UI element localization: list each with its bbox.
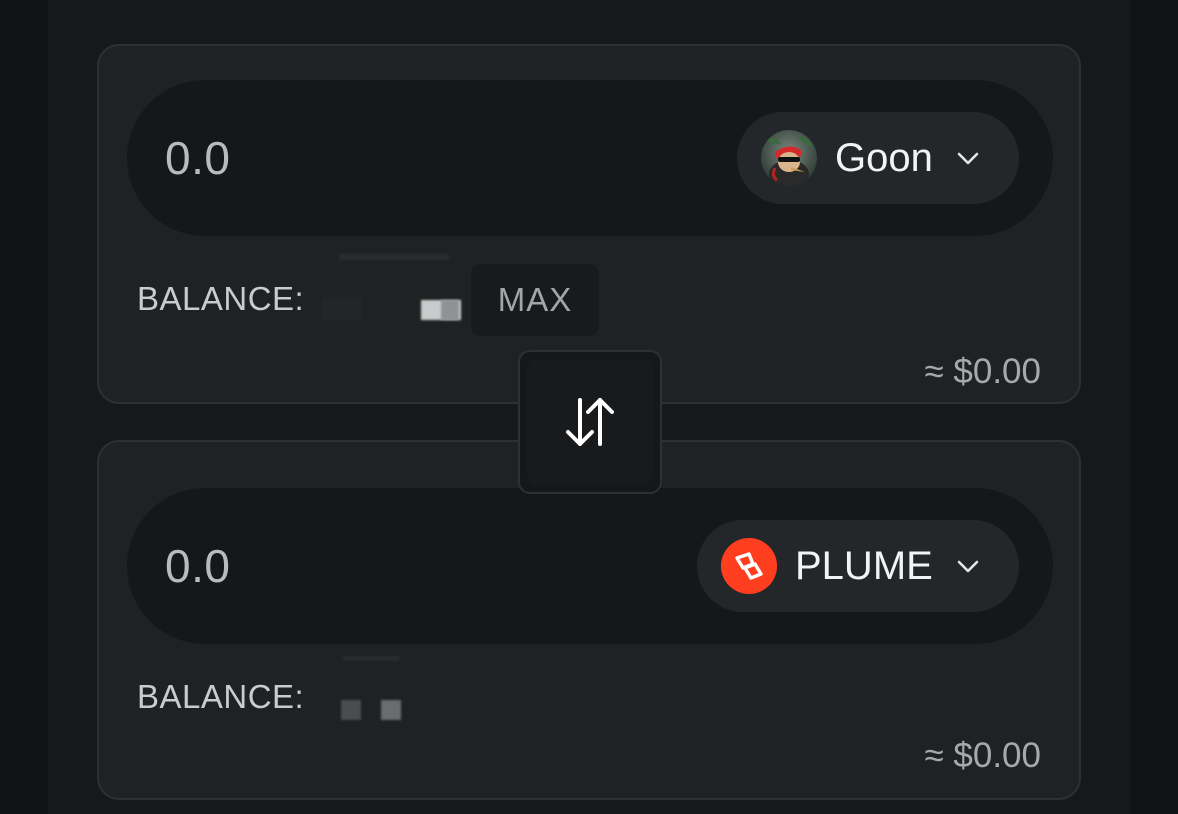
swap-arrows-icon bbox=[566, 398, 614, 446]
from-balance-label: BALANCE: bbox=[137, 280, 305, 317]
to-amount-field[interactable]: 0.0 PLUME bbox=[127, 488, 1053, 644]
to-token-name: PLUME bbox=[795, 543, 933, 588]
from-token-name: Goon bbox=[835, 135, 933, 180]
from-usd-value: ≈ $0.00 bbox=[924, 352, 1041, 391]
chevron-down-icon bbox=[957, 560, 979, 573]
plume-logo-icon bbox=[721, 538, 777, 594]
max-button[interactable]: MAX bbox=[471, 264, 599, 336]
swap-button-face bbox=[527, 359, 653, 485]
to-panel: 0.0 PLUME BALANCE: ≈ $0.00 bbox=[97, 440, 1081, 800]
chevron-down-icon bbox=[957, 152, 979, 165]
from-amount-field[interactable]: 0.0 Goon bbox=[127, 80, 1053, 236]
to-amount-input[interactable]: 0.0 bbox=[165, 539, 230, 593]
goon-avatar-icon bbox=[761, 130, 817, 186]
from-token-selector[interactable]: Goon bbox=[737, 112, 1019, 204]
from-amount-input[interactable]: 0.0 bbox=[165, 131, 230, 185]
to-usd-value: ≈ $0.00 bbox=[924, 736, 1041, 775]
to-balance-label: BALANCE: bbox=[137, 678, 305, 715]
swap-direction-button[interactable] bbox=[518, 350, 662, 494]
to-token-selector[interactable]: PLUME bbox=[697, 520, 1019, 612]
